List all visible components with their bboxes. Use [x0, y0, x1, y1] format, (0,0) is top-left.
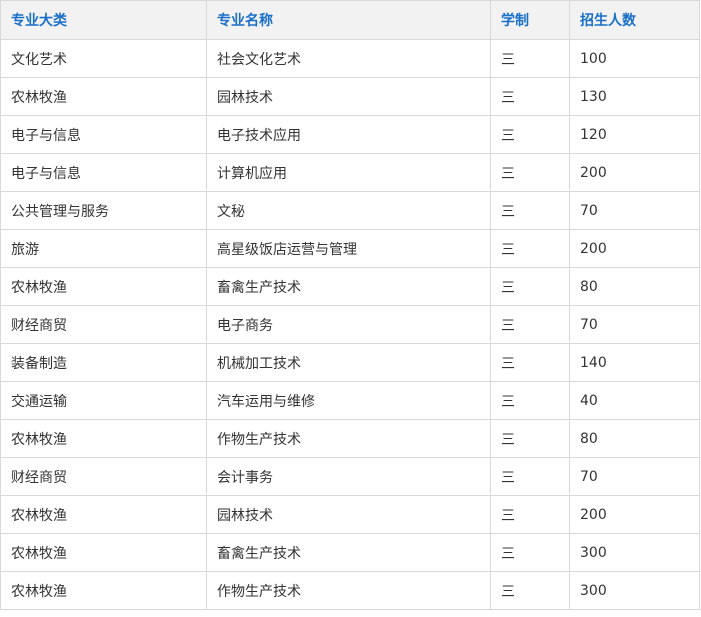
table-row: 农林牧渔 作物生产技术 三 80	[0, 419, 700, 458]
cell-enrollment-count: 130	[569, 77, 700, 116]
cell-major-category: 装备制造	[0, 343, 207, 382]
cell-enrollment-count: 70	[569, 191, 700, 230]
header-enrollment-count: 招生人数	[569, 0, 700, 40]
header-row: 专业大类 专业名称 学制 招生人数	[0, 0, 700, 40]
cell-duration: 三	[490, 457, 570, 496]
table-body: 文化艺术 社会文化艺术 三 100 农林牧渔 园林技术 三 130 电子与信息 …	[0, 39, 700, 610]
cell-major-category: 农林牧渔	[0, 267, 207, 306]
cell-enrollment-count: 70	[569, 457, 700, 496]
cell-major-name: 电子技术应用	[206, 115, 491, 154]
cell-duration: 三	[490, 571, 570, 610]
table-row: 旅游 高星级饭店运营与管理 三 200	[0, 229, 700, 268]
cell-major-category: 农林牧渔	[0, 419, 207, 458]
table-row: 文化艺术 社会文化艺术 三 100	[0, 39, 700, 78]
header-duration: 学制	[490, 0, 570, 40]
cell-major-category: 农林牧渔	[0, 77, 207, 116]
cell-major-name: 畜禽生产技术	[206, 533, 491, 572]
cell-major-category: 交通运输	[0, 381, 207, 420]
cell-major-name: 作物生产技术	[206, 419, 491, 458]
cell-major-category: 农林牧渔	[0, 533, 207, 572]
cell-major-category: 文化艺术	[0, 39, 207, 78]
cell-enrollment-count: 70	[569, 305, 700, 344]
cell-major-name: 作物生产技术	[206, 571, 491, 610]
cell-enrollment-count: 100	[569, 39, 700, 78]
cell-enrollment-count: 200	[569, 229, 700, 268]
cell-major-name: 会计事务	[206, 457, 491, 496]
cell-major-name: 电子商务	[206, 305, 491, 344]
cell-duration: 三	[490, 343, 570, 382]
cell-enrollment-count: 140	[569, 343, 700, 382]
cell-enrollment-count: 40	[569, 381, 700, 420]
cell-major-name: 文秘	[206, 191, 491, 230]
cell-enrollment-count: 80	[569, 419, 700, 458]
cell-duration: 三	[490, 115, 570, 154]
cell-duration: 三	[490, 419, 570, 458]
cell-enrollment-count: 200	[569, 495, 700, 534]
table-row: 电子与信息 计算机应用 三 200	[0, 153, 700, 192]
cell-duration: 三	[490, 229, 570, 268]
cell-major-category: 财经商贸	[0, 305, 207, 344]
table-row: 装备制造 机械加工技术 三 140	[0, 343, 700, 382]
cell-major-name: 畜禽生产技术	[206, 267, 491, 306]
cell-duration: 三	[490, 495, 570, 534]
cell-major-name: 园林技术	[206, 77, 491, 116]
cell-major-category: 旅游	[0, 229, 207, 268]
table-row: 农林牧渔 畜禽生产技术 三 80	[0, 267, 700, 306]
table-row: 农林牧渔 园林技术 三 200	[0, 495, 700, 534]
header-major-name: 专业名称	[206, 0, 491, 40]
table-row: 交通运输 汽车运用与维修 三 40	[0, 381, 700, 420]
cell-major-category: 农林牧渔	[0, 495, 207, 534]
table-row: 公共管理与服务 文秘 三 70	[0, 191, 700, 230]
cell-duration: 三	[490, 533, 570, 572]
cell-enrollment-count: 80	[569, 267, 700, 306]
cell-major-name: 计算机应用	[206, 153, 491, 192]
cell-major-category: 财经商贸	[0, 457, 207, 496]
cell-major-name: 园林技术	[206, 495, 491, 534]
cell-major-category: 公共管理与服务	[0, 191, 207, 230]
cell-major-category: 电子与信息	[0, 153, 207, 192]
cell-enrollment-count: 200	[569, 153, 700, 192]
cell-major-name: 汽车运用与维修	[206, 381, 491, 420]
header-major-category: 专业大类	[0, 0, 207, 40]
cell-duration: 三	[490, 191, 570, 230]
enrollment-table: 专业大类 专业名称 学制 招生人数 文化艺术 社会文化艺术 三 100 农林牧渔…	[0, 0, 700, 610]
cell-duration: 三	[490, 153, 570, 192]
cell-enrollment-count: 120	[569, 115, 700, 154]
table-row: 农林牧渔 园林技术 三 130	[0, 77, 700, 116]
enrollment-table-container: 专业大类 专业名称 学制 招生人数 文化艺术 社会文化艺术 三 100 农林牧渔…	[0, 0, 701, 617]
table-header: 专业大类 专业名称 学制 招生人数	[0, 0, 700, 40]
cell-duration: 三	[490, 305, 570, 344]
cell-major-category: 电子与信息	[0, 115, 207, 154]
cell-duration: 三	[490, 77, 570, 116]
table-row: 农林牧渔 作物生产技术 三 300	[0, 571, 700, 610]
table-row: 电子与信息 电子技术应用 三 120	[0, 115, 700, 154]
cell-enrollment-count: 300	[569, 571, 700, 610]
cell-duration: 三	[490, 39, 570, 78]
cell-duration: 三	[490, 381, 570, 420]
cell-major-category: 农林牧渔	[0, 571, 207, 610]
cell-duration: 三	[490, 267, 570, 306]
table-row: 农林牧渔 畜禽生产技术 三 300	[0, 533, 700, 572]
cell-major-name: 社会文化艺术	[206, 39, 491, 78]
cell-enrollment-count: 300	[569, 533, 700, 572]
table-row: 财经商贸 会计事务 三 70	[0, 457, 700, 496]
cell-major-name: 高星级饭店运营与管理	[206, 229, 491, 268]
cell-major-name: 机械加工技术	[206, 343, 491, 382]
table-row: 财经商贸 电子商务 三 70	[0, 305, 700, 344]
